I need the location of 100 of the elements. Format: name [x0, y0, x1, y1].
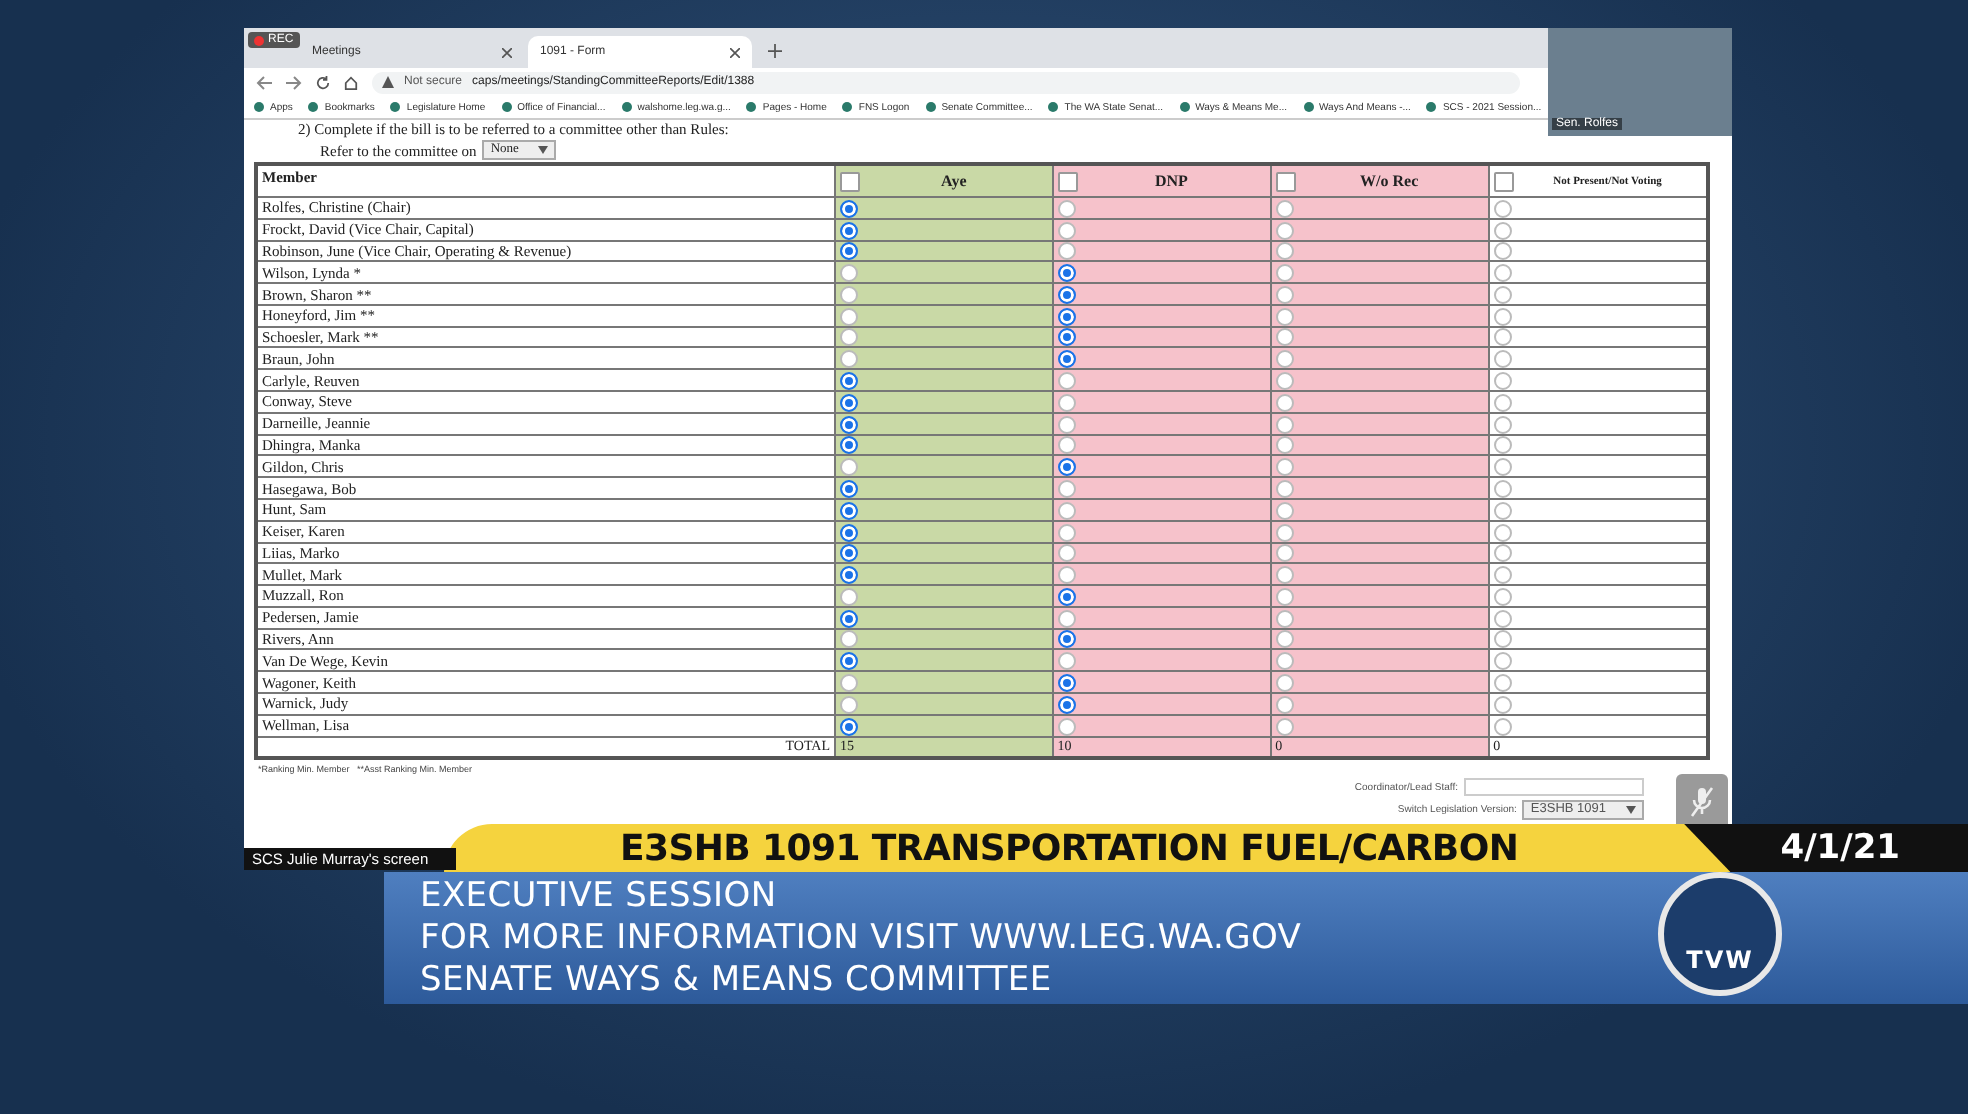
- radio-button[interactable]: [840, 587, 859, 606]
- radio-button[interactable]: [1275, 415, 1294, 434]
- radio-button[interactable]: [1493, 307, 1512, 326]
- radio-button[interactable]: [1057, 544, 1076, 563]
- radio-button[interactable]: [1057, 307, 1076, 326]
- reload-icon[interactable]: [316, 75, 330, 89]
- radio-button[interactable]: [840, 695, 859, 714]
- radio-button[interactable]: [1275, 458, 1294, 477]
- radio-button[interactable]: [1493, 609, 1512, 628]
- radio-button[interactable]: [1275, 523, 1294, 541]
- radio-button[interactable]: [840, 630, 859, 649]
- radio-button[interactable]: [1275, 609, 1294, 628]
- radio-button[interactable]: [1275, 695, 1294, 714]
- radio-button[interactable]: [1275, 652, 1294, 671]
- radio-button[interactable]: [1493, 393, 1512, 412]
- radio-button[interactable]: [840, 566, 859, 585]
- radio-button[interactable]: [1275, 199, 1294, 218]
- radio-button[interactable]: [1493, 285, 1512, 304]
- radio-button[interactable]: [840, 242, 859, 261]
- checkbox[interactable]: [840, 171, 861, 191]
- radio-button[interactable]: [840, 544, 859, 563]
- radio-button[interactable]: [1275, 264, 1294, 283]
- radio-button[interactable]: [1493, 695, 1512, 714]
- radio-button[interactable]: [1057, 501, 1076, 520]
- radio-button[interactable]: [840, 501, 859, 520]
- radio-button[interactable]: [1057, 436, 1076, 455]
- radio-button[interactable]: [1275, 285, 1294, 304]
- forward-icon[interactable]: [286, 75, 302, 89]
- radio-button[interactable]: [1493, 652, 1512, 671]
- radio-button[interactable]: [1275, 436, 1294, 455]
- radio-button[interactable]: [1275, 242, 1294, 261]
- radio-button[interactable]: [1057, 523, 1076, 541]
- radio-button[interactable]: [840, 436, 859, 455]
- radio-button[interactable]: [1275, 372, 1294, 391]
- coordinator-field[interactable]: [1464, 778, 1644, 797]
- radio-button[interactable]: [1057, 695, 1076, 714]
- radio-button[interactable]: [1057, 479, 1076, 498]
- close-icon[interactable]: [502, 47, 512, 57]
- radio-button[interactable]: [1275, 307, 1294, 326]
- radio-button[interactable]: [840, 372, 859, 391]
- radio-button[interactable]: [840, 652, 859, 671]
- radio-button[interactable]: [1493, 544, 1512, 563]
- radio-button[interactable]: [1275, 630, 1294, 649]
- radio-button[interactable]: [1057, 415, 1076, 434]
- radio-button[interactable]: [1493, 328, 1512, 347]
- back-icon[interactable]: [256, 75, 272, 89]
- radio-button[interactable]: [1057, 717, 1076, 736]
- radio-button[interactable]: [1057, 221, 1076, 240]
- radio-button[interactable]: [840, 350, 859, 369]
- radio-button[interactable]: [1057, 242, 1076, 261]
- radio-button[interactable]: [1275, 393, 1294, 412]
- radio-button[interactable]: [1057, 587, 1076, 606]
- radio-button[interactable]: [1493, 436, 1512, 455]
- radio-button[interactable]: [1275, 350, 1294, 369]
- radio-button[interactable]: [1057, 458, 1076, 477]
- radio-button[interactable]: [1493, 566, 1512, 585]
- radio-button[interactable]: [1493, 479, 1512, 498]
- radio-button[interactable]: [840, 609, 859, 628]
- radio-button[interactable]: [1493, 458, 1512, 477]
- radio-button[interactable]: [1275, 717, 1294, 736]
- radio-button[interactable]: [840, 673, 859, 692]
- radio-button[interactable]: [1493, 415, 1512, 434]
- radio-button[interactable]: [1057, 328, 1076, 347]
- radio-button[interactable]: [840, 264, 859, 283]
- radio-button[interactable]: [1057, 609, 1076, 628]
- radio-button[interactable]: [1493, 630, 1512, 649]
- radio-button[interactable]: [1275, 566, 1294, 585]
- radio-button[interactable]: [1275, 544, 1294, 563]
- radio-button[interactable]: [1493, 221, 1512, 240]
- radio-button[interactable]: [1057, 393, 1076, 412]
- radio-button[interactable]: [1493, 350, 1512, 369]
- radio-button[interactable]: [1057, 285, 1076, 304]
- radio-button[interactable]: [1275, 587, 1294, 606]
- radio-button[interactable]: [1493, 717, 1512, 736]
- radio-button[interactable]: [840, 415, 859, 434]
- radio-button[interactable]: [1057, 350, 1076, 369]
- radio-button[interactable]: [1057, 199, 1076, 218]
- radio-button[interactable]: [1275, 479, 1294, 498]
- radio-button[interactable]: [840, 307, 859, 326]
- radio-button[interactable]: [1057, 652, 1076, 671]
- home-icon[interactable]: [344, 75, 358, 89]
- radio-button[interactable]: [1493, 587, 1512, 606]
- radio-button[interactable]: [1493, 673, 1512, 692]
- radio-button[interactable]: [1057, 264, 1076, 283]
- radio-button[interactable]: [840, 328, 859, 347]
- radio-button[interactable]: [1493, 199, 1512, 218]
- new-tab-icon[interactable]: [768, 44, 782, 58]
- radio-button[interactable]: [1493, 242, 1512, 261]
- radio-button[interactable]: [1057, 372, 1076, 391]
- radio-button[interactable]: [1275, 221, 1294, 240]
- radio-button[interactable]: [840, 199, 859, 218]
- radio-button[interactable]: [1057, 673, 1076, 692]
- radio-button[interactable]: [840, 393, 859, 412]
- radio-button[interactable]: [840, 479, 859, 498]
- radio-button[interactable]: [1493, 523, 1512, 541]
- radio-button[interactable]: [840, 458, 859, 477]
- close-icon[interactable]: [730, 47, 740, 57]
- radio-button[interactable]: [1057, 630, 1076, 649]
- radio-button[interactable]: [1493, 501, 1512, 520]
- radio-button[interactable]: [1057, 566, 1076, 585]
